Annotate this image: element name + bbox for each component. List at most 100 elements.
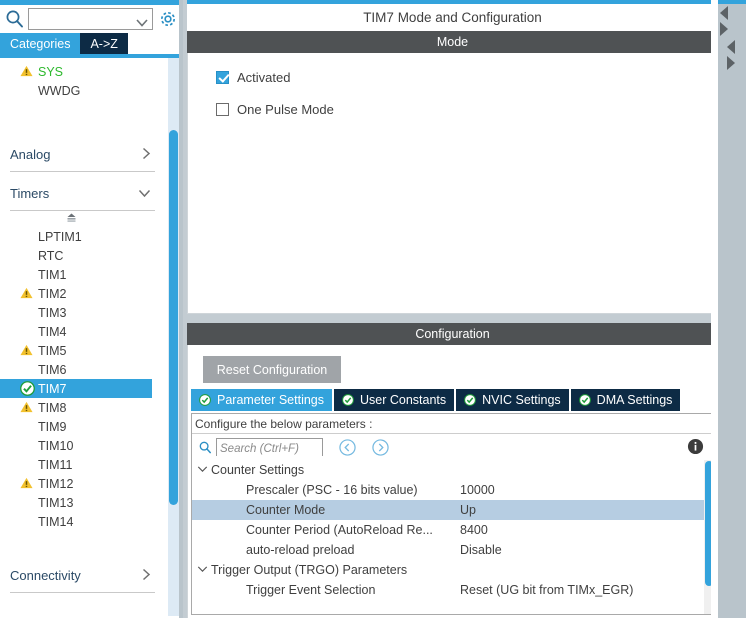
tree-item-label: TIM8 [38,400,67,415]
tree-item-label: WWDG [38,83,81,98]
parameter-search-field[interactable] [216,438,323,457]
tab-label: NVIC Settings [482,393,561,407]
tree-item-tim7[interactable]: TIM7 [0,379,152,398]
param-value: 8400 [460,523,488,537]
sidebar-scrollbar-thumb[interactable] [169,130,178,505]
tab-a-to-z[interactable]: A->Z [80,33,128,54]
param-group-trigger-output[interactable]: Trigger Output (TRGO) Parameters [192,560,714,580]
ip-search-row [0,5,183,33]
warning-icon [20,287,33,299]
tree-item-tim8[interactable]: TIM8 [0,398,165,417]
param-name: Prescaler (PSC - 16 bits value) [246,483,418,497]
param-row-counter-period[interactable]: Counter Period (AutoReload Re... 8400 [192,520,714,540]
param-row-trigger-event-selection[interactable]: Trigger Event Selection Reset (UG bit fr… [192,580,714,600]
tree-item-label: TIM13 [38,495,74,510]
reset-configuration-button[interactable]: Reset Configuration [203,356,341,383]
mode-section-bar: Mode [187,31,718,53]
chevron-right-icon [142,147,155,163]
tree-item-label: LPTIM1 [38,229,82,244]
param-row-auto-reload-preload[interactable]: auto-reload preload Disable [192,540,714,560]
tree-item-label: TIM9 [38,419,67,434]
checkbox-one-pulse-mode[interactable] [216,102,229,116]
warning-icon [20,65,33,77]
tab-dma-settings[interactable]: DMA Settings [570,389,681,411]
search-next-icon[interactable] [372,438,389,456]
search-icon [198,440,213,455]
param-name: Trigger Event Selection [246,583,376,597]
group-header-timers[interactable]: Timers [10,177,155,211]
tree-item-tim9[interactable]: TIM9 [0,417,165,436]
group-header-analog[interactable]: Analog [10,138,155,172]
tab-user-constants[interactable]: User Constants [334,389,455,411]
tree-item-label: TIM7 [38,381,67,396]
collapse-left-arrow-icon-2[interactable] [727,40,735,54]
tree-item-label: TIM4 [38,324,67,339]
tree-item-sys[interactable]: SYS [0,62,165,81]
checkbox-label: One Pulse Mode [237,101,334,117]
group-header-connectivity[interactable]: Connectivity [10,559,155,593]
mode-section-body: Activated One Pulse Mode [187,53,718,314]
configuration-tabs: Parameter Settings User Constants NVIC S… [191,389,716,411]
main-panel: TIM7 Mode and Configuration Mode Activat… [187,0,718,618]
expand-right-arrow-icon[interactable] [720,22,728,36]
tree-item-tim1[interactable]: TIM1 [0,265,165,284]
param-name: auto-reload preload [246,543,355,557]
checkbox-row-activated[interactable]: Activated [188,66,717,88]
scroll-up-spinner[interactable] [0,211,165,227]
tab-parameter-settings[interactable]: Parameter Settings [191,389,332,411]
tree-item-tim10[interactable]: TIM10 [0,436,165,455]
tree-item-wwdg[interactable]: WWDG [0,81,165,100]
tree-item-label: SYS [38,64,64,79]
group-label: Timers [10,186,50,201]
ip-search-combobox[interactable] [28,8,153,30]
tree-item-tim5[interactable]: TIM5 [0,341,165,360]
parameter-rows: Counter Settings Prescaler (PSC - 16 bit… [192,460,714,600]
check-circle-icon [20,381,35,396]
tree-item-label: TIM6 [38,362,67,377]
parameter-search-input[interactable] [217,441,322,457]
ip-search-input[interactable] [29,12,152,26]
param-row-prescaler[interactable]: Prescaler (PSC - 16 bits value) 10000 [192,480,714,500]
warning-icon [20,477,33,489]
tree-item-label: TIM3 [38,305,67,320]
tree-item-tim14[interactable]: TIM14 [0,512,165,531]
expand-right-arrow-icon-2[interactable] [727,56,735,70]
tab-categories[interactable]: Categories [0,33,81,54]
tree-item-tim2[interactable]: TIM2 [0,284,165,303]
panel-splitter[interactable] [179,0,183,618]
tree-item-tim11[interactable]: TIM11 [0,455,165,474]
param-value: 10000 [460,483,495,497]
tree-item-label: TIM2 [38,286,67,301]
tab-label: User Constants [360,393,447,407]
configuration-section-bar: Configuration [187,323,718,345]
tree-item-rtc[interactable]: RTC [0,246,165,265]
tree-item-label: TIM12 [38,476,74,491]
chevron-right-icon [142,568,155,584]
tree-item-label: RTC [38,248,64,263]
tree-item-tim12[interactable]: TIM12 [0,474,165,493]
tree-item-label: TIM5 [38,343,67,358]
check-circle-icon [199,394,211,406]
collapse-left-arrow-icon[interactable] [720,6,728,20]
tree-item-tim13[interactable]: TIM13 [0,493,165,512]
param-row-counter-mode[interactable]: Counter Mode Up [192,500,714,520]
check-circle-icon [578,394,591,406]
tree-item-tim4[interactable]: TIM4 [0,322,165,341]
tab-label: DMA Settings [596,393,673,407]
tab-label: Parameter Settings [217,393,324,407]
tree-item-tim6[interactable]: TIM6 [0,360,165,379]
checkbox-row-one-pulse-mode[interactable]: One Pulse Mode [188,98,717,120]
info-icon[interactable] [687,438,704,455]
search-previous-icon[interactable] [339,438,356,456]
param-group-counter-settings[interactable]: Counter Settings [192,460,714,480]
param-group-label: Trigger Output (TRGO) Parameters [211,563,408,577]
chevron-down-icon [197,564,211,576]
tab-nvic-settings[interactable]: NVIC Settings [456,389,569,411]
chevron-down-icon[interactable] [136,15,148,27]
tree-item-label: TIM1 [38,267,67,282]
parameter-search-toolbar [192,434,714,460]
tree-item-tim3[interactable]: TIM3 [0,303,165,322]
tree-item-lptim1[interactable]: LPTIM1 [0,227,165,246]
checkbox-activated[interactable] [216,70,229,84]
param-value: Disable [460,543,502,557]
